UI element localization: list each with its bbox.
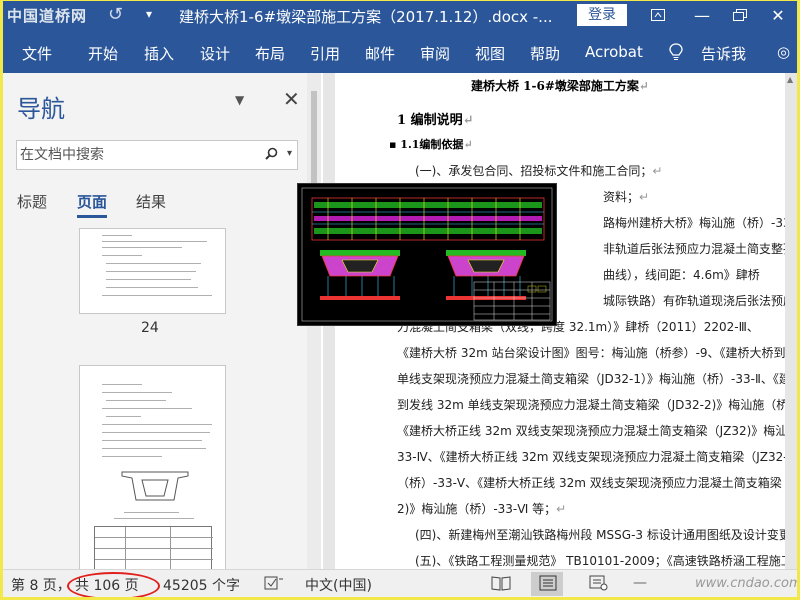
- tab-references[interactable]: 引用: [310, 43, 340, 64]
- status-page[interactable]: 第 8 页，: [11, 575, 71, 595]
- body-line: 路梅州建桥大桥》梅汕施（桥）-33-: [603, 216, 795, 230]
- proofing-icon[interactable]: [264, 575, 284, 595]
- nav-tab-results[interactable]: 结果: [136, 191, 166, 212]
- body-line: 到发线 32m 单线支架现浇预应力混凝土简支箱梁（JD32-2)》梅汕施（桥）-…: [397, 398, 797, 412]
- search-options-chevron-icon[interactable]: ▾: [287, 148, 292, 159]
- scroll-up-arrow-icon[interactable]: ▲: [787, 75, 793, 84]
- body-line: 城际铁路）有砟轨道现浇后张法预应: [603, 294, 796, 308]
- annotation-circle: [67, 572, 160, 597]
- read-mode-icon[interactable]: [491, 575, 511, 595]
- restore-icon[interactable]: [725, 5, 755, 27]
- print-layout-icon[interactable]: [539, 575, 557, 595]
- word-window: 中国道桥网 ↺ ▾ 建桥大桥1-6#墩梁部施工方案（2017.1.12）.doc…: [3, 1, 797, 597]
- tab-help[interactable]: 帮助: [530, 43, 560, 64]
- body-line: 曲线），线间距：4.6m》肆桥: [603, 268, 760, 282]
- tab-insert[interactable]: 插入: [144, 43, 174, 64]
- web-layout-icon[interactable]: [589, 575, 609, 595]
- document-scrollbar[interactable]: ▲: [785, 73, 797, 569]
- tab-file[interactable]: 文件: [22, 43, 52, 64]
- thumbnail-page-number: 24: [141, 320, 159, 336]
- nav-pane-title: 导航: [17, 95, 65, 123]
- box-girder-diagram: [121, 471, 189, 501]
- document-title: 建桥大桥1-6#墩梁部施工方案（2017.1.12）.docx -...: [179, 8, 553, 26]
- watermark-logo: 中国道桥网: [7, 7, 88, 25]
- body-line: 《建桥大桥 32m 站台梁设计图》图号：梅汕施（桥参）-9、《建桥大桥到发线 3…: [397, 346, 797, 360]
- customize-qat-icon[interactable]: ▾: [146, 7, 152, 21]
- minimize-icon[interactable]: —: [687, 5, 717, 27]
- body-line: 单线支架现浇预应力混凝土简支箱梁（JD32-1）》梅汕施（桥）-33-Ⅱ、《建桥…: [397, 372, 797, 386]
- document-area: 建桥大桥 1-6#墩梁部施工方案↵ 1 编制说明↵ ▪ 1.1编制依据↵ (一)…: [297, 73, 797, 569]
- body-line: 资料；↵: [603, 190, 650, 204]
- body-line: (一)、承发包合同、招投标文件和施工合同；↵: [415, 164, 663, 178]
- page-thumbnail-25[interactable]: [79, 365, 226, 575]
- tab-layout[interactable]: 布局: [255, 43, 285, 64]
- status-bar: 第 8 页， 共 106 页 45205 个字 中文(中国) — www.cnd…: [3, 569, 797, 597]
- status-word-count[interactable]: 45205 个字: [163, 575, 240, 595]
- body-line: 33-Ⅳ、《建桥大桥正线 32m 双线支架现浇预应力混凝土简支箱梁（JZ32-1…: [397, 450, 797, 464]
- body-line: 2)》梅汕施（桥）-33-Ⅵ 等；↵: [397, 502, 567, 516]
- login-button[interactable]: 登录: [577, 4, 627, 26]
- lightbulb-icon[interactable]: [669, 43, 683, 65]
- title-bar: 中国道桥网 ↺ ▾ 建桥大桥1-6#墩梁部施工方案（2017.1.12）.doc…: [3, 1, 797, 33]
- navigation-pane: 导航 ▼ ✕ ▾ 标题 页面 结果 24: [3, 73, 321, 575]
- close-window-icon[interactable]: ✕: [763, 5, 793, 27]
- ribbon-tabs: 文件 开始 插入 设计 布局 引用 邮件 审阅 视图 帮助 Acrobat 告诉…: [3, 33, 797, 73]
- nav-search-box: ▾: [16, 140, 298, 170]
- cad-drawing-image[interactable]: [297, 183, 557, 326]
- zoom-out-icon[interactable]: —: [633, 575, 647, 591]
- tab-mailings[interactable]: 邮件: [365, 43, 395, 64]
- tab-design[interactable]: 设计: [200, 43, 230, 64]
- undo-icon[interactable]: ↺: [108, 4, 123, 25]
- nav-search-input[interactable]: [20, 146, 256, 164]
- status-language[interactable]: 中文(中国): [305, 575, 372, 595]
- search-icon[interactable]: [265, 147, 278, 160]
- share-icon[interactable]: ◎: [777, 43, 790, 61]
- tell-me-box[interactable]: 告诉我: [701, 43, 746, 64]
- document-page: 建桥大桥 1-6#墩梁部施工方案↵ 1 编制说明↵ ▪ 1.1编制依据↵ (一)…: [297, 73, 797, 569]
- nav-tab-headings[interactable]: 标题: [17, 191, 47, 212]
- section-heading-1-1: ▪ 1.1编制依据↵: [389, 138, 473, 151]
- page-thumbnail-24[interactable]: [79, 228, 226, 314]
- nav-options-chevron-icon[interactable]: ▼: [235, 93, 244, 107]
- body-line: 《建桥大桥正线 32m 双线支架现浇预应力混凝土简支箱梁（JZ32)》梅汕施（桥…: [397, 424, 797, 438]
- body-line: （桥）-33-Ⅴ、《建桥大桥正线 32m 双线支架现浇预应力混凝土简支箱梁（JZ…: [397, 476, 797, 490]
- nav-tab-pages[interactable]: 页面: [77, 191, 108, 218]
- body-line: (四)、新建梅州至潮汕铁路梅州段 MSSG-3 标设计通用图纸及设计变更图纸；↵: [415, 528, 797, 542]
- ribbon-display-options-icon[interactable]: [643, 5, 673, 27]
- tab-home[interactable]: 开始: [88, 43, 118, 64]
- tab-acrobat[interactable]: Acrobat: [585, 43, 643, 61]
- thumbnail-table: [94, 526, 213, 571]
- body-line: 非轨道后张法预应力混凝土简支整孔箱: [603, 242, 797, 256]
- tab-review[interactable]: 审阅: [420, 43, 450, 64]
- nav-close-icon[interactable]: ✕: [283, 87, 300, 111]
- document-heading: 建桥大桥 1-6#墩梁部施工方案↵: [471, 79, 649, 93]
- tab-view[interactable]: 视图: [475, 43, 505, 64]
- section-heading-1: 1 编制说明↵: [397, 113, 474, 128]
- body-line: (五)、《铁路工程测量规范》 TB10101-2009；《高速铁路桥涵工程施工技…: [415, 554, 797, 568]
- watermark-url: www.cndao.com: [695, 576, 797, 591]
